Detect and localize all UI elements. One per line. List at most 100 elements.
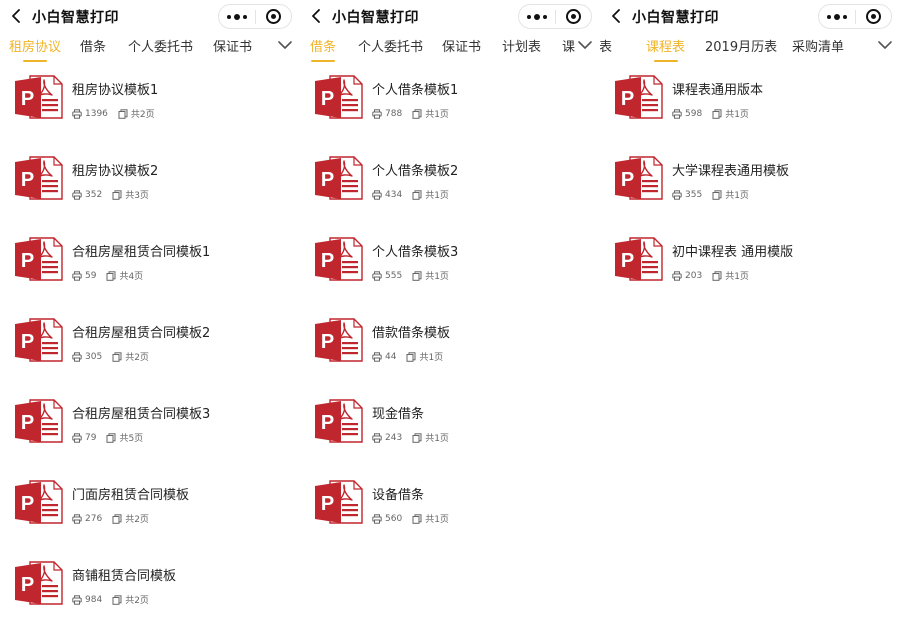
svg-text:P: P (21, 250, 34, 272)
document-title: 商铺租赁合同模板 (72, 569, 177, 584)
target-circle-icon (865, 9, 881, 24)
tab-timetable[interactable]: 课程表 (646, 36, 685, 62)
close-button[interactable] (256, 5, 292, 28)
more-button[interactable] (819, 5, 855, 28)
list-item[interactable]: P 初中课程表 通用模版 203 共1页 (600, 229, 900, 310)
document-meta: 352 共3页 (72, 188, 149, 201)
tab-schedule-partial[interactable]: 划表 (600, 36, 612, 60)
list-item[interactable]: P 租房协议模板1 1396 共2页 (0, 67, 300, 148)
list-item[interactable]: P 合租房屋租赁合同模板1 59 共4页 (0, 229, 300, 310)
list-item[interactable]: P 个人借条模板2 434 共1页 (300, 148, 600, 229)
title-bar: 小白智慧打印 (0, 0, 300, 32)
document-title: 租房协议模板2 (72, 164, 159, 179)
print-count: 1396 (85, 108, 108, 119)
list-item[interactable]: P 商铺租赁合同模板 984 共2页 (0, 553, 300, 622)
pages-icon (712, 270, 722, 281)
tab-power-of-attorney[interactable]: 个人委托书 (128, 36, 193, 60)
pages-icon (712, 189, 722, 200)
list-item[interactable]: P 现金借条 243 共1页 (300, 391, 600, 472)
list-item[interactable]: P 课程表通用版本 598 共1页 (600, 67, 900, 148)
pages-icon (112, 189, 122, 200)
page-count: 共2页 (125, 596, 149, 606)
tabs-expand-button[interactable] (276, 36, 294, 54)
svg-text:P: P (621, 250, 634, 272)
list-item[interactable]: P 门面房租赁合同模板 276 共2页 (0, 472, 300, 553)
tab-power-of-attorney[interactable]: 个人委托书 (358, 36, 423, 60)
list-item[interactable]: P 租房协议模板2 352 共3页 (0, 148, 300, 229)
page-count: 共1页 (725, 191, 749, 201)
document-title: 初中课程表 通用模版 (672, 245, 794, 260)
close-button[interactable] (856, 5, 892, 28)
list-item[interactable]: P 合租房屋租赁合同模板2 305 共2页 (0, 310, 300, 391)
svg-text:P: P (321, 169, 334, 191)
pages-icon (712, 108, 722, 119)
print-count: 276 (85, 513, 103, 524)
tab-timetable-partial[interactable]: 课 (562, 36, 575, 60)
list-item[interactable]: P 个人借条模板3 555 共1页 (300, 229, 600, 310)
list-item[interactable]: P 大学课程表通用模板 355 共1页 (600, 148, 900, 229)
category-tabs: 借条 个人委托书 保证书 计划表 课 (300, 32, 600, 62)
pdf-document-icon: P (615, 75, 663, 119)
print-count: 555 (385, 270, 403, 281)
target-circle-icon (265, 9, 281, 24)
print-count: 203 (685, 270, 703, 281)
tabs-expand-button[interactable] (576, 36, 594, 54)
pdf-document-icon: P (15, 237, 63, 281)
tab-schedule[interactable]: 计划表 (502, 36, 541, 60)
tab-purchase-list[interactable]: 采购清单 (792, 36, 844, 60)
print-count: 788 (385, 108, 403, 119)
print-count: 434 (385, 189, 403, 200)
tab-guarantee[interactable]: 保证书 (442, 36, 481, 60)
pdf-document-icon: P (315, 156, 363, 200)
more-button[interactable] (519, 5, 555, 28)
page-count: 共1页 (425, 191, 449, 201)
page-count: 共2页 (130, 110, 155, 120)
svg-text:P: P (21, 88, 34, 110)
active-tab-underline (653, 60, 678, 62)
pages-icon (412, 189, 422, 200)
tab-iou[interactable]: 借条 (80, 36, 106, 60)
printer-icon (72, 432, 82, 443)
tabs-expand-button[interactable] (876, 36, 894, 54)
printer-icon (72, 513, 82, 524)
list-item[interactable]: P 设备借条 560 共1页 (300, 472, 600, 553)
list-item[interactable]: P 借款借条模板 44 共1页 (300, 310, 600, 391)
page-count: 共2页 (125, 353, 149, 363)
page-count: 共1页 (425, 434, 449, 444)
pages-icon (412, 270, 422, 281)
back-button[interactable] (306, 6, 326, 26)
back-button[interactable] (6, 6, 26, 26)
page-count: 共3页 (125, 191, 149, 201)
list-item[interactable]: P 个人借条模板1 788 共1页 (300, 67, 600, 148)
document-meta: 203 共1页 (672, 269, 749, 282)
pages-icon (412, 108, 422, 119)
tab-guarantee[interactable]: 保证书 (213, 36, 252, 60)
pdf-document-icon: P (315, 480, 363, 524)
more-dots-icon (826, 13, 847, 20)
back-button[interactable] (606, 6, 626, 26)
document-meta: 984 共2页 (72, 593, 149, 606)
svg-text:P: P (321, 250, 334, 272)
mini-program-capsule (218, 4, 292, 29)
document-list: P 课程表通用版本 598 共1页 P 大学课程表通用模板 355 共1页 P … (600, 67, 900, 310)
category-tabs: 租房协议 借条 个人委托书 保证书 (0, 32, 300, 62)
svg-text:P: P (321, 412, 334, 434)
page-count: 共1页 (425, 272, 449, 282)
print-count: 355 (685, 189, 703, 200)
printer-icon (672, 108, 682, 119)
tab-rental-agreement[interactable]: 租房协议 (9, 36, 61, 62)
more-button[interactable] (219, 5, 255, 28)
tab-iou[interactable]: 借条 (310, 36, 336, 62)
tab-2019-calendar[interactable]: 2019月历表 (705, 36, 777, 60)
document-title: 个人借条模板2 (372, 164, 459, 179)
print-count: 305 (85, 351, 103, 362)
document-title: 个人借条模板1 (372, 83, 459, 98)
mini-program-capsule (518, 4, 592, 29)
svg-text:P: P (21, 412, 34, 434)
close-button[interactable] (556, 5, 592, 28)
svg-text:P: P (321, 88, 334, 110)
document-title: 课程表通用版本 (672, 83, 764, 98)
document-title: 个人借条模板3 (372, 245, 459, 260)
list-item[interactable]: P 合租房屋租赁合同模板3 79 共5页 (0, 391, 300, 472)
page-count: 共4页 (119, 272, 144, 282)
